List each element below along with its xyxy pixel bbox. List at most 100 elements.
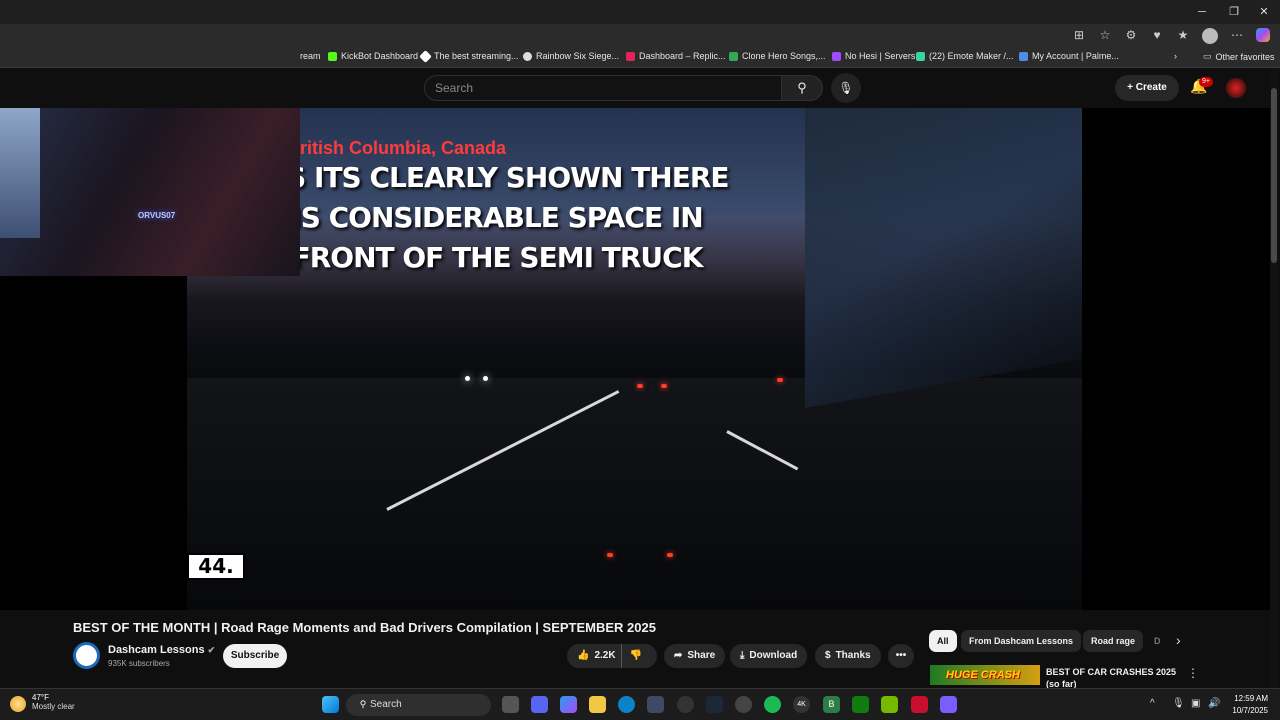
chips-next-chevron-icon[interactable]: › (1176, 632, 1181, 648)
browser-essentials-icon[interactable]: ♥ (1150, 28, 1164, 42)
extensions-icon[interactable]: ⚙ (1124, 28, 1138, 42)
browser-titlebar: ─ ❐ ✕ (0, 0, 1280, 24)
webcam-overlay: ORVUS07 (0, 108, 300, 276)
video-player[interactable]: AS ITS CLEARLY SHOWN THERE IS CONSIDERAB… (0, 108, 1270, 610)
channel-avatar[interactable] (73, 642, 100, 669)
favorite-star-icon[interactable]: ☆ (1098, 28, 1112, 42)
video-caption: AS ITS CLEARLY SHOWN THERE IS CONSIDERAB… (265, 161, 729, 274)
dashboard-light (607, 553, 613, 557)
search-input[interactable]: Search (424, 75, 782, 101)
copilot-icon[interactable] (1256, 28, 1270, 42)
chip-all[interactable]: All (929, 630, 957, 652)
chip-from-channel[interactable]: From Dashcam Lessons (961, 630, 1082, 652)
microphone-tray-icon[interactable]: 🎙 (1172, 698, 1185, 709)
bookmark-item[interactable]: The best streaming... (419, 49, 519, 63)
4k-downloader-icon[interactable]: 4K (793, 696, 810, 713)
chip-partial[interactable]: D (1146, 630, 1169, 652)
file-explorer-icon[interactable] (589, 696, 606, 713)
nvidia-icon[interactable] (881, 696, 898, 713)
recommended-thumbnail[interactable]: HUGE CRASH (930, 665, 1040, 685)
profile-avatar-icon[interactable] (1202, 28, 1218, 44)
app-purple-icon[interactable] (940, 696, 957, 713)
folder-icon: ▭ (1203, 51, 1212, 61)
share-icon: ➦ (674, 650, 683, 661)
bookmark-favicon (916, 51, 925, 61)
chip-road-rage[interactable]: Road rage (1083, 630, 1144, 652)
download-button[interactable]: ⤓ Download (730, 644, 808, 668)
bookmark-item[interactable]: ream (300, 51, 321, 61)
notifications-badge: 9+ (1199, 77, 1213, 87)
like-dislike-group: 👍 2.2K 👎 (567, 644, 657, 668)
taillight (661, 384, 667, 388)
bookmark-item[interactable]: Dashboard – Replic... (626, 51, 726, 61)
thanks-icon: $ (825, 650, 831, 661)
bookmark-favicon (523, 51, 532, 61)
microphone-icon: 🎙 (838, 81, 854, 95)
app-available-icon[interactable]: ⊞ (1072, 28, 1086, 42)
recommended-more-icon[interactable]: ⋮ (1187, 666, 1199, 680)
thumbs-down-icon[interactable]: 👎 (620, 644, 642, 668)
more-menu-icon[interactable]: ⋯ (1230, 28, 1244, 42)
maximize-button[interactable]: ❐ (1222, 4, 1246, 20)
account-avatar[interactable] (1226, 78, 1246, 98)
app-red-icon[interactable] (911, 696, 928, 713)
headlight (465, 376, 470, 381)
microsoft-store-icon[interactable] (647, 696, 664, 713)
video-frame[interactable]: AS ITS CLEARLY SHOWN THERE IS CONSIDERAB… (187, 108, 1082, 610)
discord-icon[interactable] (531, 696, 548, 713)
tray-overflow-chevron-icon[interactable]: ^ (1150, 698, 1155, 709)
close-button[interactable]: ✕ (1252, 4, 1276, 20)
favorites-icon[interactable]: ★ (1176, 28, 1190, 42)
create-button[interactable]: + Create (1115, 75, 1179, 101)
volume-icon[interactable]: 🔊 (1208, 698, 1220, 709)
dashboard-light (667, 553, 673, 557)
bookmark-favicon (729, 51, 738, 61)
webcam-poster (0, 108, 40, 238)
location-text: ritish Columbia, Canada (300, 138, 507, 158)
subscribe-button[interactable]: Subscribe (223, 644, 287, 668)
steam-icon[interactable] (706, 696, 723, 713)
like-count[interactable]: 2.2K (594, 644, 615, 668)
bookmarks-overflow-chevron-icon[interactable]: › (1174, 51, 1177, 61)
start-windows-icon[interactable] (322, 696, 339, 713)
scrollbar-thumb[interactable] (1271, 88, 1277, 263)
system-clock[interactable]: 12:59 AM 10/7/2025 (1232, 693, 1268, 717)
clip-counter: 44. (187, 553, 245, 580)
bookmark-item[interactable]: KickBot Dashboard (328, 51, 418, 61)
bookmarks-bar: ream KickBot Dashboard The best streamin… (0, 48, 1280, 68)
app-icon[interactable] (735, 696, 752, 713)
thanks-button[interactable]: $ Thanks (815, 644, 881, 668)
semi-truck-trailer (805, 108, 1082, 409)
voice-search-button[interactable]: 🎙 (831, 73, 861, 103)
bookmark-favicon (1019, 51, 1028, 61)
app-b-icon[interactable]: B (823, 696, 840, 713)
taillight (637, 384, 643, 388)
bookmark-item[interactable]: Clone Hero Songs,... (729, 51, 826, 61)
network-icon[interactable]: ▣ (1191, 698, 1200, 709)
minimize-button[interactable]: ─ (1190, 4, 1214, 20)
channel-name[interactable]: Dashcam Lessons ✔ (108, 644, 215, 656)
share-button[interactable]: ➦ Share (664, 644, 726, 668)
weather-widget[interactable]: 47°F Mostly clear (10, 693, 75, 712)
bookmark-item[interactable]: (22) Emote Maker /... (916, 51, 1014, 61)
spotify-icon[interactable] (764, 696, 781, 713)
bookmark-item[interactable]: My Account | Palme... (1019, 51, 1119, 61)
obs-icon[interactable] (677, 696, 694, 713)
copilot-taskbar-icon[interactable] (560, 696, 577, 713)
edge-browser-icon[interactable] (618, 696, 635, 713)
bookmark-favicon (419, 49, 432, 63)
video-title: BEST OF THE MONTH | Road Rage Moments an… (73, 620, 656, 635)
page-scrollbar[interactable] (1270, 68, 1278, 688)
other-favorites[interactable]: ▭ Other favorites (1203, 51, 1275, 62)
bookmark-favicon (832, 51, 841, 61)
more-actions-button[interactable]: ••• (888, 644, 914, 668)
search-button[interactable]: ⚲ (781, 75, 823, 101)
task-view-icon[interactable] (502, 696, 519, 713)
xbox-icon[interactable] (852, 696, 869, 713)
recommended-title[interactable]: BEST OF CAR CRASHES 2025 (so far) (1046, 666, 1186, 690)
clock-time: 12:59 AM (1234, 694, 1268, 703)
bookmark-item[interactable]: Rainbow Six Siege... (523, 51, 619, 61)
bookmark-item[interactable]: No Hesi | Servers (832, 51, 915, 61)
thumbs-up-icon[interactable]: 👍 (577, 644, 589, 668)
youtube-header: Search ⚲ 🎙 + Create 🔔 9+ (0, 68, 1280, 108)
